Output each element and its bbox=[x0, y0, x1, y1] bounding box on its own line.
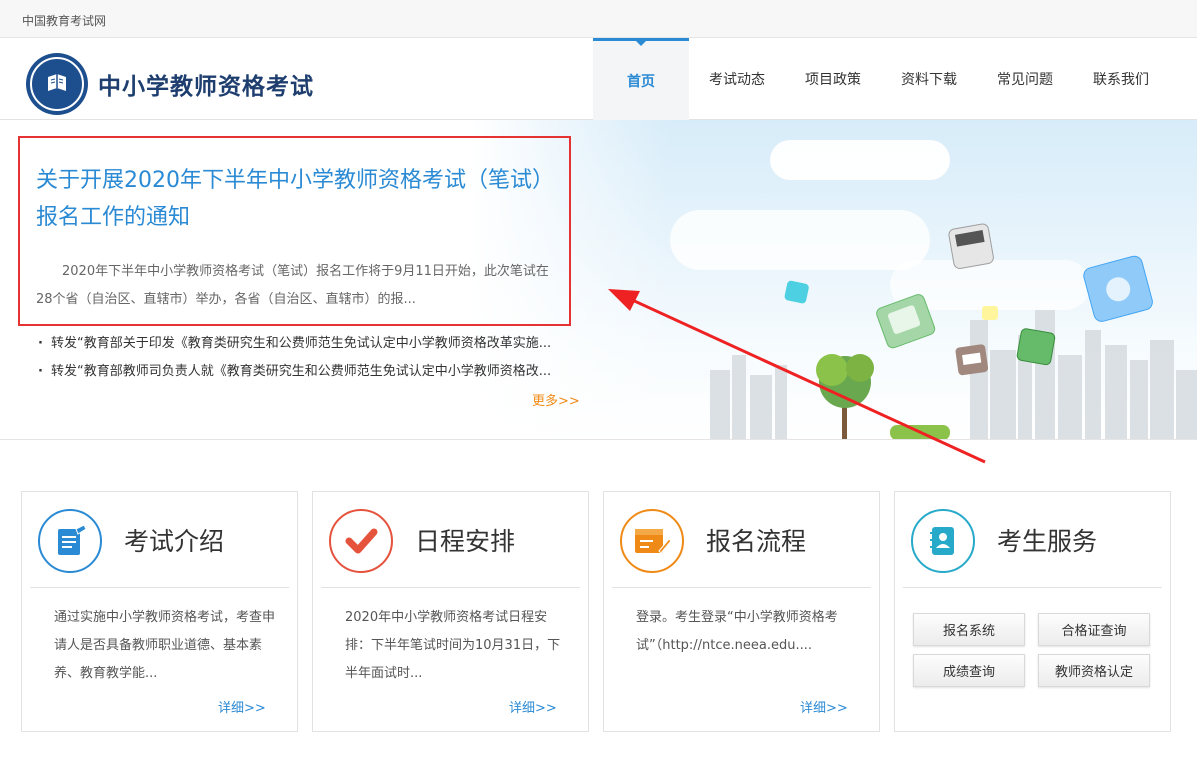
nav-downloads[interactable]: 资料下载 bbox=[881, 38, 977, 120]
brand-title: 中小学教师资格考试 bbox=[98, 74, 314, 100]
document-pen-icon bbox=[38, 509, 102, 573]
top-bar: 中国教育考试网 bbox=[0, 0, 1197, 38]
card-detail-link[interactable]: 详细>> bbox=[509, 697, 557, 716]
card-text: 2020年中小学教师资格考试日程安排：下半年笔试时间为10月31日，下半年面试时… bbox=[345, 610, 561, 681]
news-item[interactable]: 转发“教育部教师司负责人就《教育类研究生和公费师范生免试认定中小学教师资格改..… bbox=[38, 358, 598, 386]
nav-contact[interactable]: 联系我们 bbox=[1073, 38, 1169, 120]
form-edit-icon bbox=[620, 509, 684, 573]
card-candidate-service: 考生服务 报名系统 合格证查询 成绩查询 教师资格认定 bbox=[894, 491, 1171, 732]
card-title[interactable]: 日程安排 bbox=[415, 522, 515, 558]
logo-link[interactable]: 中小学教师资格考试 bbox=[26, 53, 314, 115]
header: 中小学教师资格考试 首页 考试动态 项目政策 资料下载 常见问题 联系我们 bbox=[0, 38, 1197, 120]
featured-news-title[interactable]: 关于开展2020年下半年中小学教师资格考试（笔试）报名工作的通知 bbox=[36, 162, 556, 236]
card-detail-link[interactable]: 详细>> bbox=[218, 697, 266, 716]
card-title[interactable]: 考生服务 bbox=[997, 522, 1097, 558]
nav-faq[interactable]: 常见问题 bbox=[977, 38, 1073, 120]
featured-news-summary: 2020年下半年中小学教师资格考试（笔试）报名工作将于9月11日开始，此次笔试在… bbox=[36, 264, 549, 307]
featured-news-highlight: 关于开展2020年下半年中小学教师资格考试（笔试）报名工作的通知 2020年下半… bbox=[18, 136, 571, 326]
card-title[interactable]: 报名流程 bbox=[706, 522, 806, 558]
main-nav: 首页 考试动态 项目政策 资料下载 常见问题 联系我们 bbox=[593, 38, 1169, 120]
more-news-link[interactable]: 更多>> bbox=[532, 390, 580, 409]
nav-policy[interactable]: 项目政策 bbox=[785, 38, 881, 120]
card-title[interactable]: 考试介绍 bbox=[124, 522, 224, 558]
logo-emblem-icon bbox=[26, 53, 88, 115]
card-detail-link[interactable]: 详细>> bbox=[800, 697, 848, 716]
card-text: 登录。考生登录“中小学教师资格考试”（http://ntce.neea.edu.… bbox=[636, 610, 838, 653]
score-query-button[interactable]: 成绩查询 bbox=[913, 654, 1025, 687]
news-item[interactable]: 转发“教育部关于印发《教育类研究生和公费师范生免试认定中小学教师资格改革实施..… bbox=[38, 330, 598, 358]
card-exam-intro: 考试介绍 通过实施中小学教师资格考试，考查申请人是否具备教师职业道德、基本素养、… bbox=[21, 491, 298, 732]
contact-book-icon bbox=[911, 509, 975, 573]
banner: 关于开展2020年下半年中小学教师资格考试（笔试）报名工作的通知 2020年下半… bbox=[0, 120, 1197, 440]
checkmark-icon bbox=[329, 509, 393, 573]
card-text: 通过实施中小学教师资格考试，考查申请人是否具备教师职业道德、基本素养、教育教学能… bbox=[54, 610, 276, 681]
card-registration-process: 报名流程 登录。考生登录“中小学教师资格考试”（http://ntce.neea… bbox=[603, 491, 880, 732]
card-schedule: 日程安排 2020年中小学教师资格考试日程安排：下半年笔试时间为10月31日，下… bbox=[312, 491, 589, 732]
nav-home[interactable]: 首页 bbox=[593, 38, 689, 120]
news-list: 转发“教育部关于印发《教育类研究生和公费师范生免试认定中小学教师资格改革实施..… bbox=[38, 330, 598, 386]
registration-system-button[interactable]: 报名系统 bbox=[913, 613, 1025, 646]
site-name-link[interactable]: 中国教育考试网 bbox=[22, 12, 106, 29]
certificate-query-button[interactable]: 合格证查询 bbox=[1038, 613, 1150, 646]
teacher-certification-button[interactable]: 教师资格认定 bbox=[1038, 654, 1150, 687]
nav-exam-news[interactable]: 考试动态 bbox=[689, 38, 785, 120]
